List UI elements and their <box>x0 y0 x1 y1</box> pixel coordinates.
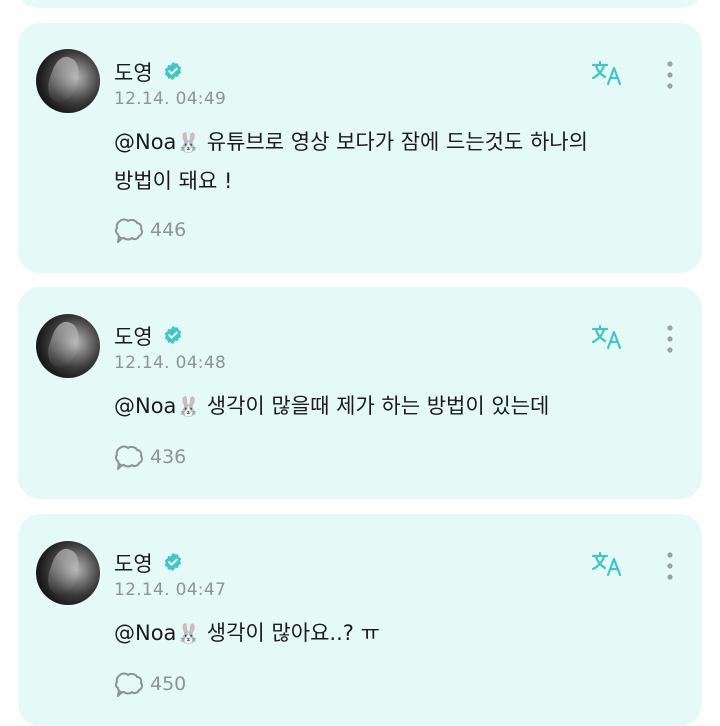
translate-icon[interactable] <box>590 59 626 87</box>
comment-time: 12.14. 04:49 <box>114 89 227 109</box>
verified-badge-icon <box>164 325 182 345</box>
rabbit-emoji: 🐰 <box>176 623 201 645</box>
reply-count: 450 <box>150 673 187 695</box>
comment-text: @Noa🐰 생각이 많아요..? ㅠ <box>114 614 674 653</box>
reply-bubble-icon <box>114 445 144 470</box>
comment-time: 12.14. 04:48 <box>114 353 227 373</box>
reply-button[interactable]: 446 <box>114 216 186 244</box>
text-line: 생각이 많을때 제가 하는 방법이 있는데 <box>206 394 550 418</box>
comment-time: 12.14. 04:47 <box>114 580 227 600</box>
text-line: 유튜브로 영상 보다가 잠에 드는것도 하나의 <box>206 130 588 154</box>
mention[interactable]: @Noa <box>114 394 176 418</box>
author-name[interactable]: 도영 <box>114 548 153 578</box>
previous-comment-card <box>18 0 702 8</box>
more-vertical-icon[interactable] <box>662 550 678 582</box>
mention[interactable]: @Noa <box>114 621 176 645</box>
more-vertical-icon[interactable] <box>662 323 678 355</box>
avatar[interactable] <box>36 314 100 378</box>
verified-badge-icon <box>164 552 182 572</box>
comment-text: @Noa🐰 생각이 많을때 제가 하는 방법이 있는데 <box>114 387 674 426</box>
more-vertical-icon[interactable] <box>662 59 678 91</box>
comment-card: 도영 12.14. 04:48 @Noa🐰 생각이 많을때 제가 하는 방법이 … <box>18 287 702 499</box>
avatar[interactable] <box>36 541 100 605</box>
rabbit-emoji: 🐰 <box>176 396 201 418</box>
author-name[interactable]: 도영 <box>114 321 153 351</box>
translate-icon[interactable] <box>590 550 626 578</box>
avatar[interactable] <box>36 49 100 113</box>
comment-card: 도영 12.14. 04:47 @Noa🐰 생각이 많아요..? ㅠ 450 <box>18 514 702 726</box>
text-line: 방법이 돼요 ! <box>114 169 233 193</box>
mention[interactable]: @Noa <box>114 130 176 154</box>
reply-count: 436 <box>150 446 187 468</box>
comment-text: @Noa🐰 유튜브로 영상 보다가 잠에 드는것도 하나의 방법이 돼요 ! <box>114 123 674 200</box>
reply-bubble-icon <box>114 672 144 697</box>
reply-button[interactable]: 450 <box>114 670 186 698</box>
reply-button[interactable]: 436 <box>114 443 186 471</box>
translate-icon[interactable] <box>590 323 626 351</box>
comment-card: 도영 12.14. 04:49 @Noa🐰 유튜브로 영상 보다가 잠에 드는것… <box>18 23 702 273</box>
reply-count: 446 <box>150 219 187 241</box>
text-line: 생각이 많아요..? ㅠ <box>206 621 380 645</box>
reply-bubble-icon <box>114 218 144 243</box>
verified-badge-icon <box>164 61 182 81</box>
author-name[interactable]: 도영 <box>114 57 153 87</box>
rabbit-emoji: 🐰 <box>176 132 201 154</box>
